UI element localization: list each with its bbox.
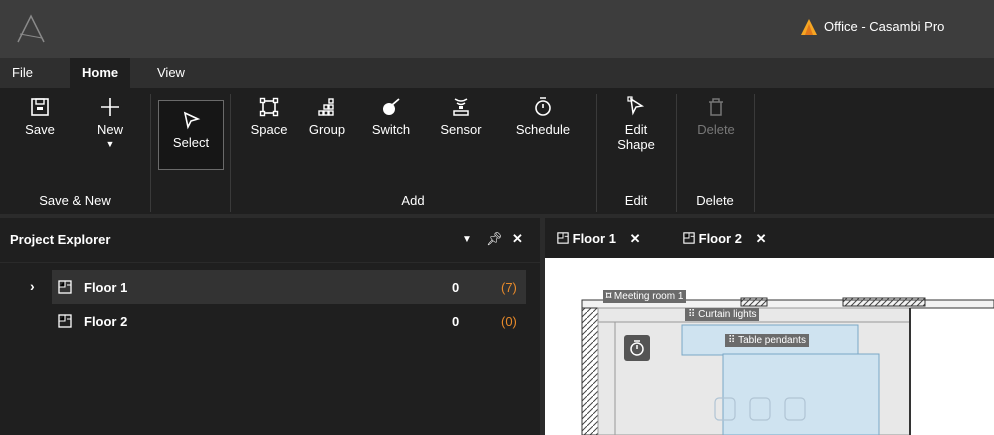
window-title: Office - Casambi Pro	[824, 19, 945, 34]
sensor-icon	[453, 98, 469, 116]
floor-icon	[683, 232, 695, 244]
tree-item-floor-2[interactable]: Floor 2 0 (0)	[0, 304, 540, 338]
switch-button[interactable]: Switch	[362, 96, 420, 137]
switch-icon	[383, 98, 400, 115]
new-icon	[101, 98, 119, 116]
group-label-edit: Edit	[624, 193, 648, 208]
select-button[interactable]: Select	[158, 100, 224, 170]
group-label-save-new: Save & New	[39, 193, 111, 208]
canvas-tab-bar: Floor 1 ✕ Floor 2 ✕	[545, 218, 994, 258]
edit-shape-icon	[627, 96, 645, 116]
group-icon: ⠿	[688, 309, 696, 320]
close-icon[interactable]: ✕	[756, 231, 767, 246]
group-button[interactable]: Group	[300, 96, 354, 137]
save-button[interactable]: Save	[18, 96, 62, 137]
tab-floor-1[interactable]: Floor 1 ✕	[557, 231, 641, 247]
space-button[interactable]: Space	[246, 96, 292, 137]
tree-item-secondary-count: (0)	[501, 314, 517, 329]
floor-plan-canvas[interactable]: ⌑ Meeting room 1 ⠿ Curtain lights ⠿ Tabl…	[545, 258, 994, 435]
tree-item-label: Floor 2	[84, 314, 128, 329]
ribbon-separator	[754, 94, 755, 212]
table-pendants-tag[interactable]: ⠿ Table pendants	[725, 334, 809, 347]
explorer-title: Project Explorer	[10, 232, 111, 247]
delete-icon	[709, 98, 723, 116]
menu-tab-file[interactable]: File	[0, 58, 45, 88]
new-button[interactable]: New ▼	[88, 96, 132, 149]
tree-item-floor-1[interactable]: › Floor 1 0 (7)	[0, 270, 540, 304]
delete-button[interactable]: Delete	[686, 96, 746, 137]
space-icon: ⌑	[606, 291, 612, 302]
floor-icon	[557, 232, 569, 244]
edit-shape-button[interactable]: Edit Shape	[606, 96, 666, 152]
menu-tab-home[interactable]: Home	[70, 58, 131, 88]
schedule-button[interactable]: Schedule	[508, 96, 578, 137]
tree-item-secondary-count: (7)	[501, 280, 517, 295]
group-icon: ⠿	[728, 335, 736, 346]
group-icon	[318, 98, 334, 116]
tree-item-count: 0	[452, 280, 460, 295]
title-bar: Office - Casambi Pro	[0, 0, 994, 58]
schedule-icon	[535, 97, 551, 116]
floor-icon	[58, 314, 72, 328]
ribbon-separator	[150, 94, 151, 212]
close-icon[interactable]: ✕	[512, 231, 523, 247]
floor-icon	[58, 280, 72, 294]
ribbon: Save New ▼ Select Space Group Switch Sen…	[0, 88, 994, 214]
sensor-button[interactable]: Sensor	[430, 96, 492, 137]
group-label-add: Add	[401, 193, 425, 208]
tab-floor-2[interactable]: Floor 2 ✕	[683, 231, 767, 247]
chevron-down-icon: ▼	[105, 139, 115, 149]
casambi-logo-icon	[801, 19, 817, 35]
select-icon	[183, 111, 201, 130]
group-label-delete: Delete	[696, 193, 734, 208]
space-label-tag[interactable]: ⌑ Meeting room 1	[603, 290, 687, 303]
project-explorer-panel: Project Explorer ▼ 📌︎ ✕ › Floor 1 0 (7) …	[0, 218, 540, 435]
tree-item-count: 0	[452, 314, 460, 329]
app-logo-icon	[17, 14, 45, 43]
menu-bar: File Home View	[0, 58, 994, 88]
space-icon	[259, 97, 279, 117]
explorer-header: Project Explorer ▼ 📌︎ ✕	[0, 218, 540, 263]
tree-item-label: Floor 1	[84, 280, 128, 295]
pin-icon[interactable]: 📌︎	[486, 231, 503, 247]
chevron-right-icon[interactable]: ›	[30, 278, 35, 294]
menu-tab-view[interactable]: View	[145, 58, 197, 88]
dropdown-icon[interactable]: ▼	[462, 234, 472, 245]
save-icon	[31, 98, 49, 116]
curtain-lights-tag[interactable]: ⠿ Curtain lights	[685, 308, 760, 321]
close-icon[interactable]: ✕	[630, 231, 641, 246]
